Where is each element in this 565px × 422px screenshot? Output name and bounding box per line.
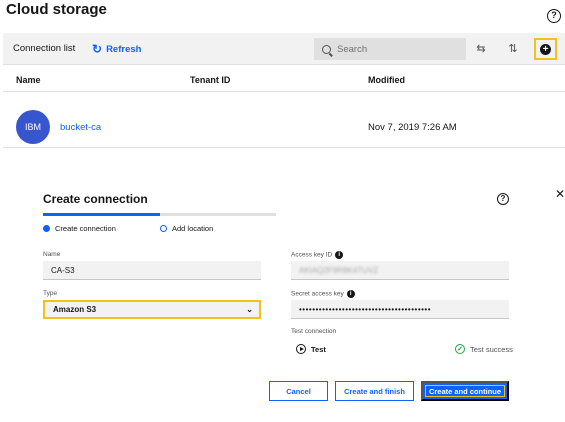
connection-name-link[interactable]: bucket-ca xyxy=(60,122,101,133)
test-status: ✓ Test success xyxy=(455,344,513,354)
column-header-tenant-id[interactable]: Tenant ID xyxy=(190,75,230,85)
chevron-down-icon: ⌄ xyxy=(246,305,253,314)
secret-access-key-field[interactable]: •••••••••••••••••••••••••••••••••••••••• xyxy=(291,300,509,319)
column-header-modified[interactable]: Modified xyxy=(368,75,405,85)
help-icon[interactable]: ? xyxy=(547,9,561,23)
progress-fill xyxy=(43,213,160,216)
test-button-label: Test xyxy=(311,344,326,354)
add-icon: + xyxy=(540,43,551,55)
type-label: Type xyxy=(43,290,58,297)
connection-table: Name Tenant ID Modified IBM bucket-ca No… xyxy=(3,66,565,148)
info-icon[interactable]: i xyxy=(335,251,344,259)
step-create-connection[interactable]: Create connection xyxy=(43,224,116,233)
secret-access-key-value: •••••••••••••••••••••••••••••••••••••••• xyxy=(299,304,432,314)
play-icon xyxy=(296,344,306,354)
refresh-icon: ↻ xyxy=(92,42,103,56)
step-label: Create connection xyxy=(55,224,116,233)
type-select[interactable]: Amazon S3 ⌄ xyxy=(43,300,261,319)
page-title: Cloud storage xyxy=(6,1,107,18)
test-status-label: Test success xyxy=(470,344,513,354)
step-current-icon xyxy=(43,225,50,232)
toolbar-title: Connection list xyxy=(13,43,76,54)
search-icon xyxy=(322,44,331,54)
secret-access-key-label-text: Secret access key xyxy=(291,290,344,298)
create-and-continue-label: Create and continue xyxy=(425,385,505,397)
refresh-button[interactable]: ↻ Refresh xyxy=(92,41,141,57)
test-connection-label: Test connection xyxy=(291,328,337,335)
name-field[interactable]: CA-S3 xyxy=(43,261,261,280)
table-row[interactable]: IBM bucket-ca Nov 7, 2019 7:26 AM xyxy=(3,92,565,148)
access-key-id-field[interactable]: AKIAQ2F9R8K4TUVZ xyxy=(291,261,509,280)
refresh-label: Refresh xyxy=(106,43,142,55)
search-input[interactable] xyxy=(337,43,457,55)
checkmark-icon: ✓ xyxy=(455,344,465,354)
access-key-id-label-text: Access key ID xyxy=(291,251,333,259)
add-connection-button[interactable]: + xyxy=(534,38,557,60)
help-icon[interactable]: ? xyxy=(497,193,509,205)
filter-icon[interactable]: ⇆ xyxy=(473,41,489,57)
access-key-id-label: Access key ID i xyxy=(291,251,344,259)
name-value: CA-S3 xyxy=(51,265,75,275)
info-icon[interactable]: i xyxy=(346,290,355,298)
type-value: Amazon S3 xyxy=(53,305,97,314)
avatar: IBM xyxy=(16,110,50,144)
search-box[interactable] xyxy=(314,38,466,60)
sort-icon[interactable]: ⇅ xyxy=(505,41,521,57)
step-incomplete-icon xyxy=(160,225,167,232)
secret-access-key-label: Secret access key i xyxy=(291,290,355,298)
modified-date: Nov 7, 2019 7:26 AM xyxy=(368,122,457,133)
close-icon[interactable]: ✕ xyxy=(555,187,565,201)
step-add-location[interactable]: Add location xyxy=(160,224,213,233)
access-key-id-value: AKIAQ2F9R8K4TUVZ xyxy=(299,265,379,275)
create-and-finish-button[interactable]: Create and finish xyxy=(335,381,414,401)
table-header: Name Tenant ID Modified xyxy=(3,66,565,92)
connection-toolbar: Connection list ↻ Refresh ⇆ ⇅ + xyxy=(3,33,565,65)
create-and-continue-button[interactable]: Create and continue xyxy=(421,381,509,401)
cancel-button[interactable]: Cancel xyxy=(269,381,328,401)
name-label: Name xyxy=(43,251,61,258)
column-header-name[interactable]: Name xyxy=(16,75,41,85)
modal-title: Create connection xyxy=(43,192,148,206)
test-button[interactable]: Test xyxy=(296,344,326,354)
step-label: Add location xyxy=(172,224,214,233)
